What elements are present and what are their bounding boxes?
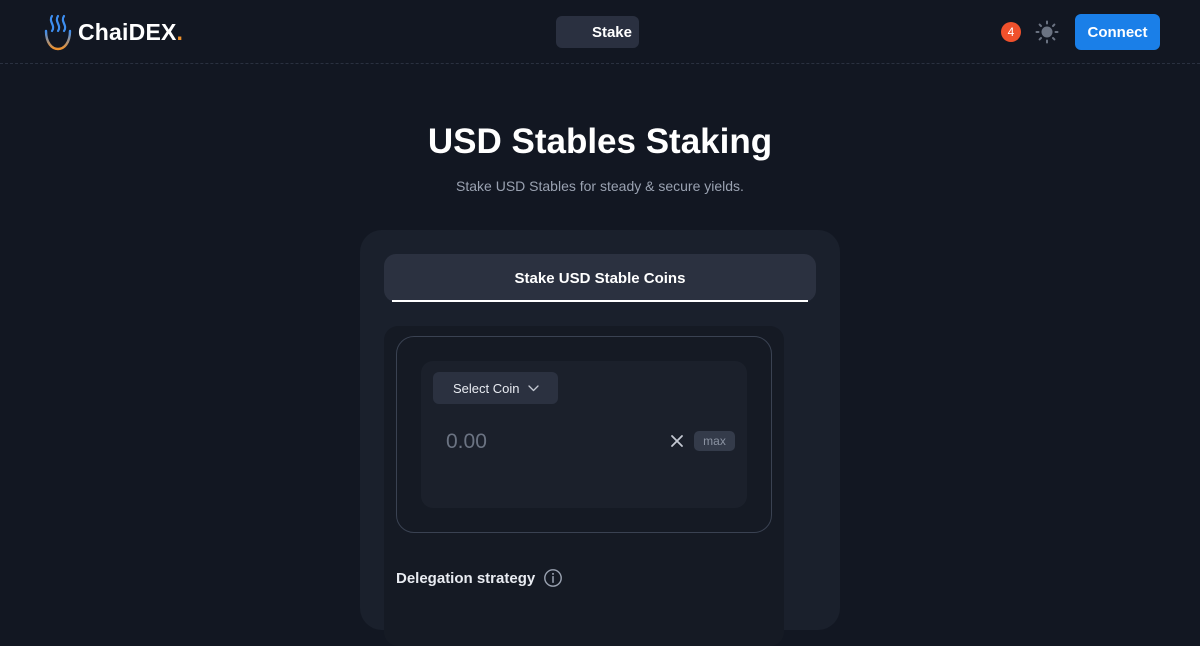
connect-wallet-button[interactable]: Connect [1075, 14, 1160, 50]
page-title: USD Stables Staking [427, 122, 773, 161]
notification-badge[interactable]: 4 [1001, 22, 1021, 42]
sun-icon[interactable] [1035, 20, 1059, 44]
amount-input-inner: Select Coin 0.00 max [421, 361, 747, 508]
top-header: ChaiDEX. Stake 4 Connect [0, 0, 1200, 64]
chevron-down-icon [528, 384, 540, 391]
delegation-strategy: Delegation strategy [396, 568, 563, 588]
flame-logo-icon [44, 14, 72, 51]
tab-label: Stake USD Stable Coins [514, 269, 686, 287]
delegation-strategy-label: Delegation strategy [396, 569, 536, 587]
info-icon[interactable] [543, 568, 563, 588]
nav-stake-tab[interactable]: Stake [556, 16, 639, 48]
active-tab-indicator [392, 300, 808, 302]
amount-input-box: Select Coin 0.00 max [396, 336, 772, 533]
tab-stake-usd-stable-coins[interactable]: Stake USD Stable Coins [384, 254, 816, 302]
stake-form-panel: Select Coin 0.00 max Delegation strategy [384, 326, 784, 646]
amount-input[interactable]: 0.00 [446, 427, 646, 457]
brand-logo[interactable]: ChaiDEX. [42, 12, 183, 52]
staking-card: Stake USD Stable Coins Select Coin 0.00 … [360, 230, 840, 646]
page-subtitle: Stake USD Stables for steady & secure yi… [456, 178, 744, 194]
brand-dot: . [176, 18, 183, 45]
select-coin-dropdown[interactable]: Select Coin [433, 372, 558, 404]
max-button[interactable]: max [694, 431, 735, 451]
brand-name: ChaiDEX [78, 18, 177, 45]
select-coin-label: Select Coin [453, 380, 520, 396]
close-icon[interactable] [669, 433, 685, 449]
